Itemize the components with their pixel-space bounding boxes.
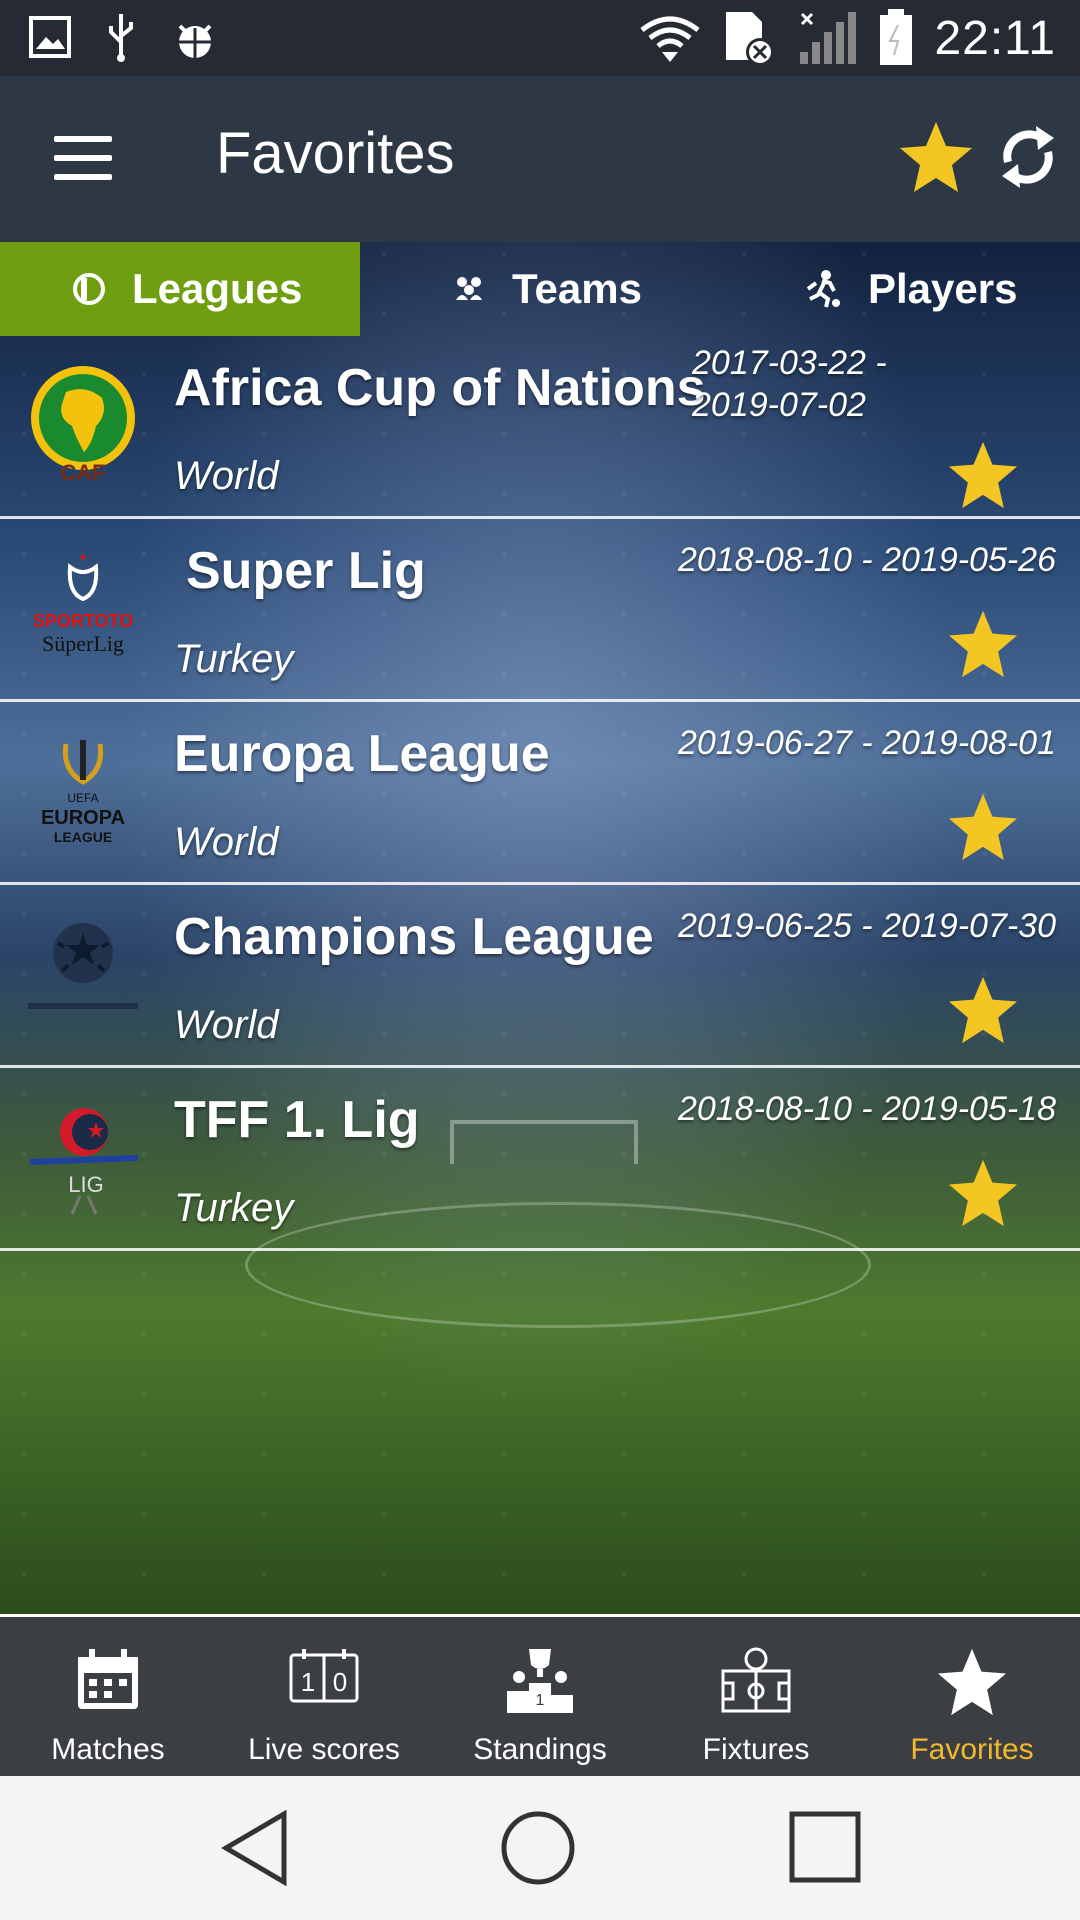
league-country: World <box>174 454 279 498</box>
svg-text:SPORTOTO: SPORTOTO <box>33 611 133 631</box>
league-dates: 2019-06-27 - 2019-08-01 <box>677 724 1056 762</box>
league-dates: 2018-08-10 - 2019-05-26 <box>677 541 1056 579</box>
league-name: Champions League <box>174 908 654 966</box>
favorite-star-icon[interactable] <box>946 609 1020 679</box>
player-icon <box>806 270 840 308</box>
svg-text:1: 1 <box>536 1692 545 1709</box>
svg-text:CAF: CAF <box>60 460 105 485</box>
signal-icon <box>800 12 857 64</box>
league-country: Turkey <box>174 637 294 681</box>
league-icon <box>73 273 105 305</box>
clock: 22:11 <box>934 11 1056 65</box>
list-item[interactable]: Champions League World 2019-06-25 - 2019… <box>0 885 1080 1068</box>
favorite-star-icon[interactable] <box>946 975 1020 1045</box>
svg-text:SüperLig: SüperLig <box>42 631 124 656</box>
svg-text:0: 0 <box>333 1667 347 1697</box>
system-navigation-bar <box>0 1776 1080 1920</box>
nav-favorites[interactable]: Favorites <box>864 1617 1080 1776</box>
svg-text:LEAGUE: LEAGUE <box>54 829 112 845</box>
home-icon[interactable] <box>500 1810 576 1886</box>
calendar-icon <box>78 1649 138 1709</box>
nav-live-scores[interactable]: 10 Live scores <box>216 1617 432 1776</box>
svg-text:UEFA: UEFA <box>67 791 98 805</box>
super-lig-logo: SPORTOTO SüperLig <box>33 553 133 656</box>
league-name: TFF 1. Lig <box>174 1091 420 1149</box>
europa-league-logo: UEFA EUROPA LEAGUE <box>41 740 125 845</box>
tab-bar: Leagues Teams Players <box>0 242 1080 336</box>
star-icon <box>937 1648 1007 1716</box>
back-icon[interactable] <box>220 1810 290 1886</box>
bottom-navigation: Matches 10 Live scores 1 Standings Fixtu… <box>0 1614 1080 1776</box>
svg-text:1: 1 <box>301 1667 315 1697</box>
nav-fixtures[interactable]: Fixtures <box>648 1617 864 1776</box>
league-country: World <box>174 820 279 864</box>
refresh-icon[interactable] <box>998 120 1058 194</box>
nav-matches[interactable]: Matches <box>0 1617 216 1776</box>
list-item[interactable]: SPORTOTO SüperLig Super Lig Turkey 2018-… <box>0 519 1080 702</box>
tff-logo: LIG <box>29 1108 139 1215</box>
status-bar: 22:11 <box>0 0 1080 76</box>
favorite-star-icon[interactable] <box>946 440 1020 510</box>
league-dates: 2019-06-25 - 2019-07-30 <box>677 907 1056 945</box>
teams-icon <box>456 277 482 300</box>
league-country: World <box>174 1003 279 1047</box>
svg-text:LIG: LIG <box>68 1172 103 1197</box>
svg-text:EUROPA: EUROPA <box>41 807 125 829</box>
league-country: Turkey <box>174 1186 294 1230</box>
wifi-icon <box>640 16 700 62</box>
usb-icon <box>109 14 133 62</box>
list-item[interactable]: CAF Africa Cup of Nations World 2017-03-… <box>0 336 1080 519</box>
gallery-icon <box>29 16 71 58</box>
bug-icon <box>178 24 212 58</box>
nav-standings[interactable]: 1 Standings <box>432 1617 648 1776</box>
list-item[interactable]: LIG TFF 1. Lig Turkey 2018-08-10 - 2019-… <box>0 1068 1080 1251</box>
no-sim-icon <box>726 12 775 66</box>
scoreboard-icon: 10 <box>289 1649 359 1703</box>
menu-button[interactable] <box>54 136 112 180</box>
champions-league-logo <box>28 923 138 1009</box>
caf-logo: CAF <box>31 366 135 485</box>
favorite-star-icon[interactable] <box>946 1158 1020 1228</box>
favorite-star-icon[interactable] <box>946 792 1020 862</box>
favorite-star-icon[interactable] <box>898 120 974 194</box>
list-item[interactable]: UEFA EUROPA LEAGUE Europa League World 2… <box>0 702 1080 885</box>
league-dates: 2017-03-22 - 2019-07-02 <box>692 344 887 424</box>
podium-icon: 1 <box>507 1649 573 1713</box>
page-title: Favorites <box>216 121 455 186</box>
tab-players[interactable]: Players <box>720 242 1080 336</box>
recents-icon[interactable] <box>788 1810 862 1884</box>
league-name: Europa League <box>174 725 550 783</box>
league-dates: 2018-08-10 - 2019-05-18 <box>677 1090 1056 1128</box>
tab-leagues[interactable]: Leagues <box>0 242 360 336</box>
league-name: Africa Cup of Nations <box>174 359 706 417</box>
content-area: Leagues Teams Players CAF Africa Cup of … <box>0 242 1080 1614</box>
league-name: Super Lig <box>186 542 426 600</box>
app-bar: Favorites <box>0 76 1080 242</box>
battery-icon <box>880 9 913 65</box>
pitch-icon <box>721 1647 791 1713</box>
tab-teams[interactable]: Teams <box>360 242 720 336</box>
